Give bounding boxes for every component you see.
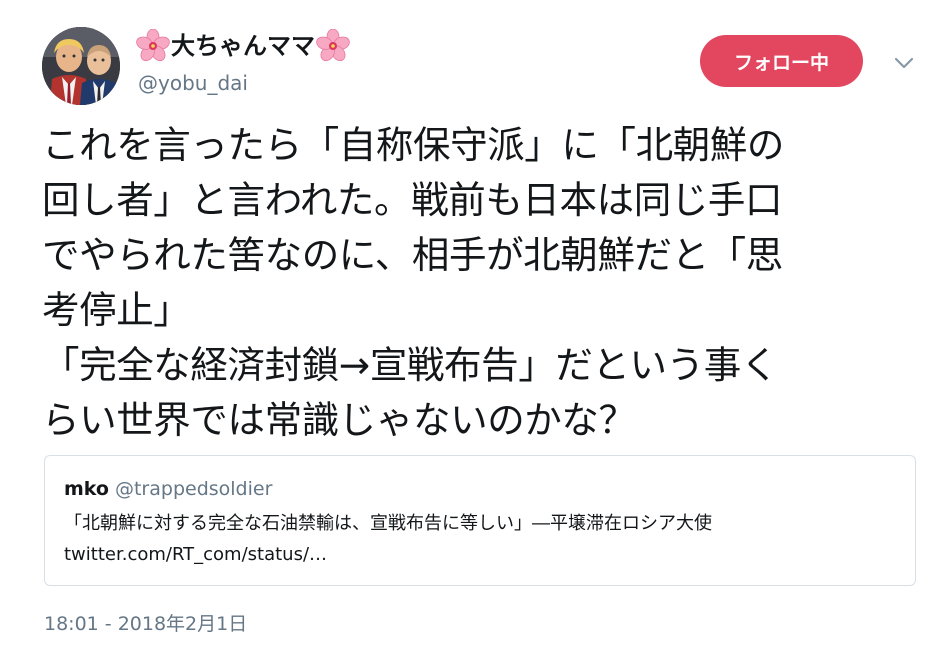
tweet-text-line: 「完全な経済封鎖→宣戦布告」だという事く <box>42 343 778 387</box>
quoted-tweet-header: mko @trappedsoldier <box>64 476 272 502</box>
quoted-tweet-card[interactable]: mko @trappedsoldier 「北朝鮮に対する完全な石油禁輸は、宣戦布告… <box>44 455 916 586</box>
avatar[interactable] <box>42 27 120 105</box>
tweet-text-line: 回し者」と言われた。戦前も日本は同じ手口 <box>42 178 783 222</box>
tweet-text-line: これを言ったら「自称保守派」に「北朝鮮の <box>42 123 784 167</box>
chevron-down-icon[interactable] <box>890 50 918 74</box>
cherry-blossom-icon <box>316 28 350 63</box>
tweet-timestamp[interactable]: 18:01 - 2018年2月1日 <box>44 611 247 637</box>
tweet-text-line: でやられた筈なのに、相手が北朝鮮だと「思 <box>42 233 783 277</box>
author-display-name[interactable]: 大ちゃんママ <box>136 28 350 64</box>
following-button[interactable]: フォロー中 <box>700 35 863 87</box>
avatar-image <box>42 27 120 105</box>
quoted-author-handle: @trappedsoldier <box>114 478 273 500</box>
author-name-text: 大ちゃんママ <box>171 32 315 60</box>
tweet-text-line: らい世界では常識じゃないのかな？ <box>42 398 636 442</box>
quoted-tweet-text: 「北朝鮮に対する完全な石油禁輸は、宣戦布告に等しい」―平壌滞在ロシア大使 <box>64 513 712 534</box>
tweet-text-line: 考停止」 <box>42 288 191 332</box>
author-handle[interactable]: @yobu_dai <box>138 70 248 96</box>
quoted-author-name: mko <box>64 478 109 500</box>
quoted-tweet-link[interactable]: twitter.com/RT_com/status/… <box>64 542 327 568</box>
cherry-blossom-icon <box>136 28 170 63</box>
tweet-text: これを言ったら「自称保守派」に「北朝鮮の 回し者」と言われた。戦前も日本は同じ手… <box>42 118 912 448</box>
